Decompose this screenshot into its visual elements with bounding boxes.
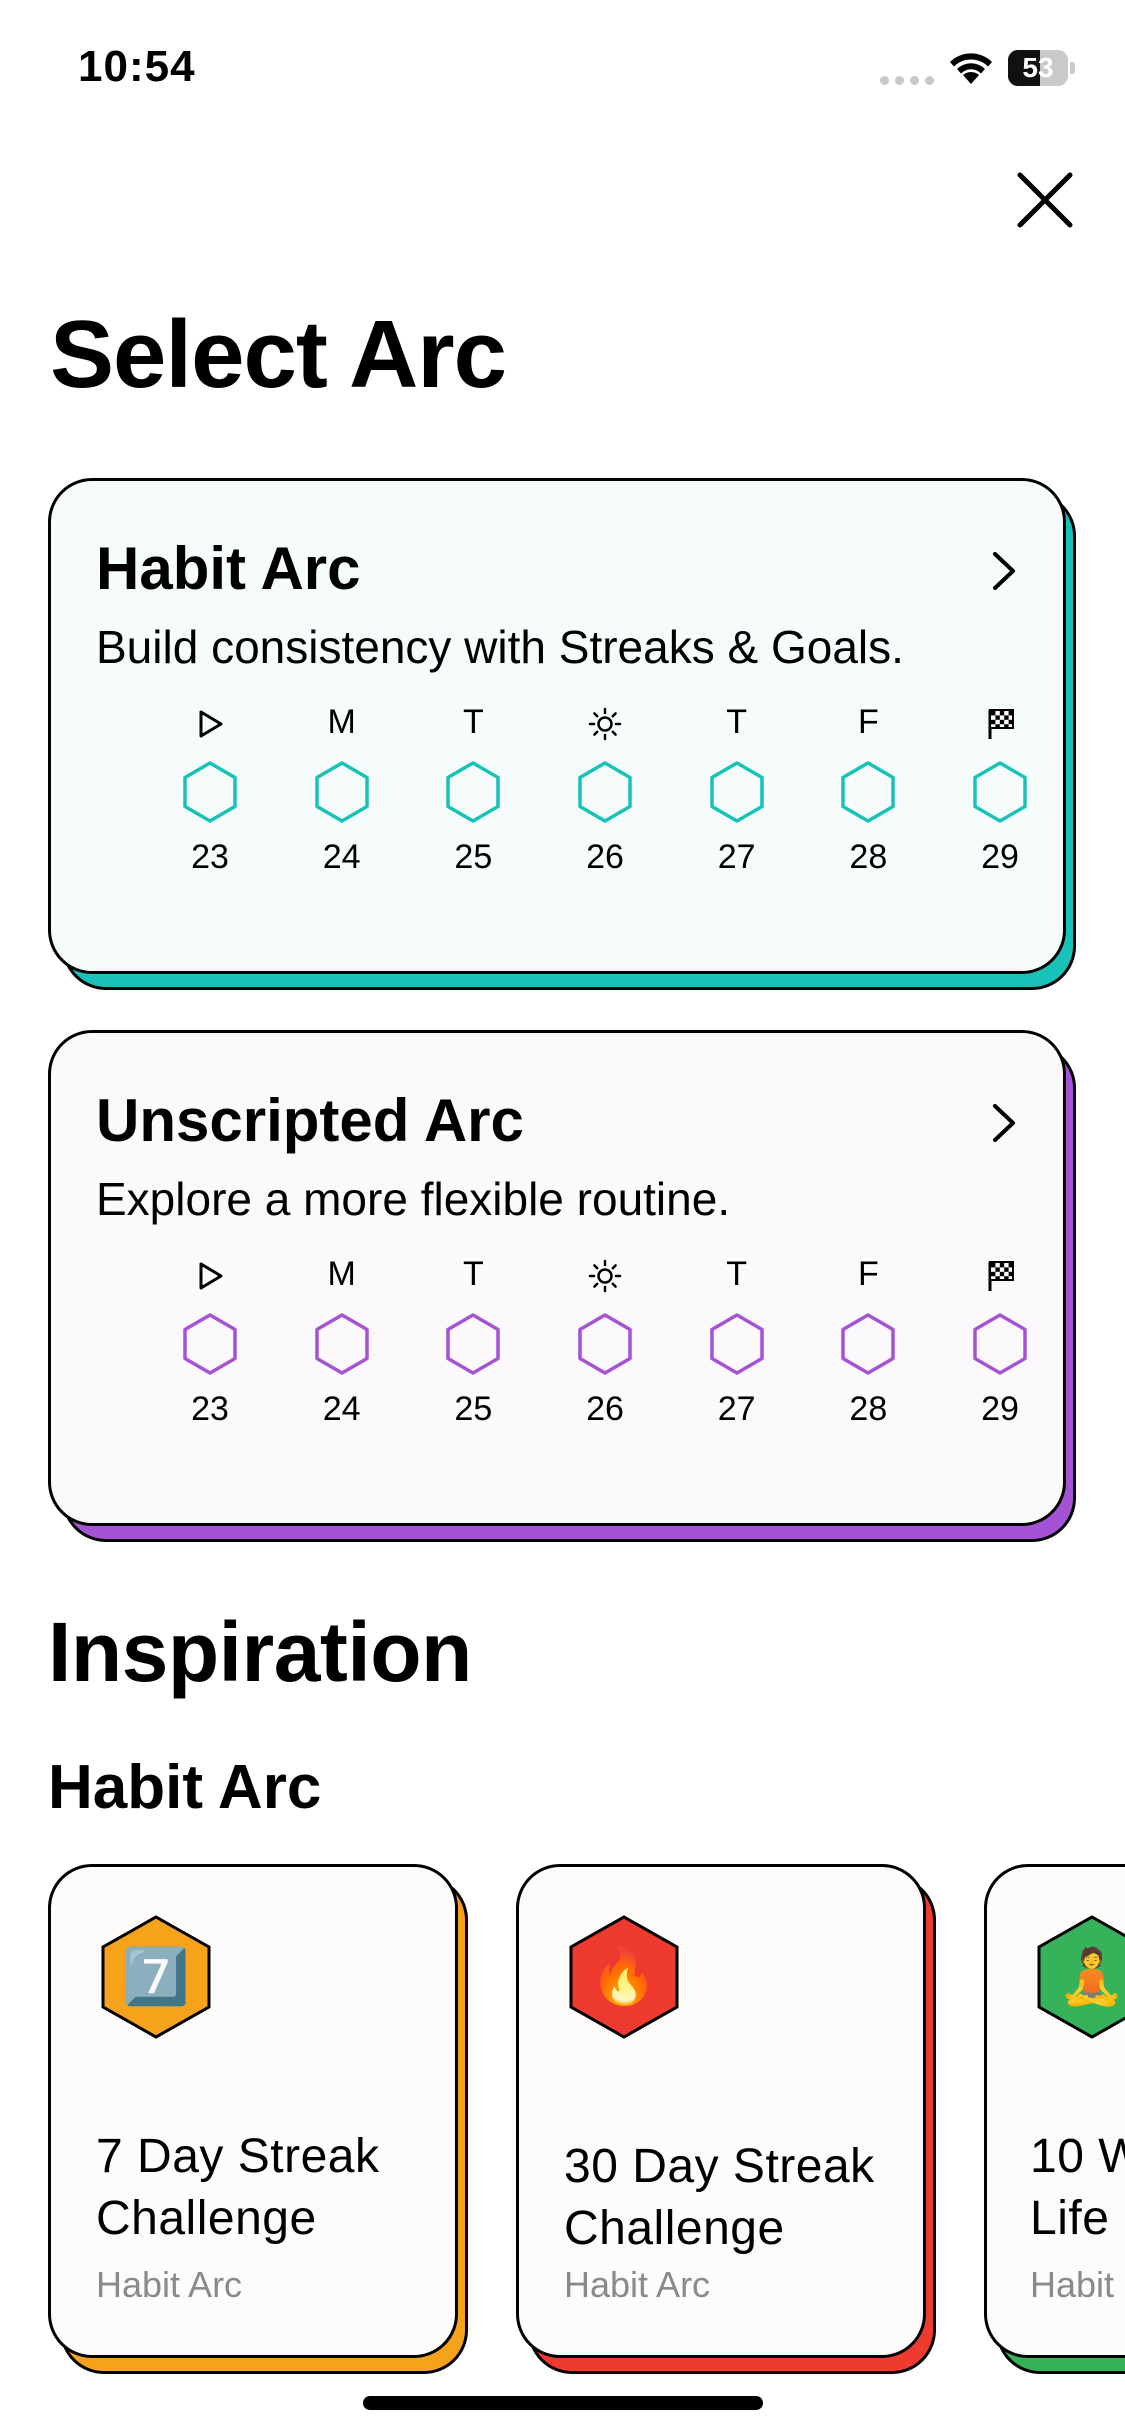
inspiration-card-category: Habit (1030, 2264, 1115, 2305)
day-hexagon (709, 761, 764, 823)
day-hexagon (446, 761, 501, 823)
day-hexagon (578, 1313, 632, 1375)
day-hexagon (446, 1313, 501, 1375)
day-number: 23 (191, 1390, 229, 1428)
day-hexagon (314, 761, 369, 823)
week-row: 23 M 24 T 25 26 T 27 F 28 29 (120, 1252, 1027, 1452)
day-column: T 25 (423, 700, 523, 900)
weekday-label: M (327, 1255, 356, 1293)
title-line: 10 W (1030, 2130, 1125, 2183)
title-line: 7 Day Streak (96, 2130, 380, 2183)
day-column: T 27 (687, 700, 787, 900)
play-icon (160, 700, 260, 744)
day-hexagon (183, 1313, 237, 1375)
title-line: 30 Day Streak (564, 2140, 875, 2193)
day-column: 23 (160, 700, 260, 900)
day-number: 25 (454, 838, 493, 876)
close-button[interactable] (1010, 165, 1080, 235)
status-bar: 10:54 53 (0, 0, 1125, 140)
inspiration-card[interactable]: 🧘 10 W Life Habit (984, 1864, 1125, 2374)
weekday-label: F (857, 1255, 879, 1293)
arc-title: Unscripted Arc (96, 1087, 524, 1154)
day-hexagon (709, 1313, 764, 1375)
day-hexagon (314, 1313, 369, 1375)
day-number: 28 (849, 1390, 888, 1428)
day-column: M 24 (292, 700, 392, 900)
day-number: 24 (322, 1390, 361, 1428)
sun-icon (555, 1252, 655, 1296)
day-hexagon (578, 761, 632, 823)
day-number: 25 (454, 1390, 493, 1428)
day-column: M 24 (292, 1252, 392, 1452)
day-column: T 27 (687, 1252, 787, 1452)
unscripted-arc-card[interactable]: Unscripted Arc Explore a more flexible r… (48, 1030, 1076, 1542)
week-row: 23 M 24 T 25 26 T 27 F 28 29 (120, 700, 1027, 900)
day-number: 23 (191, 838, 229, 876)
day-hexagon (973, 761, 1027, 823)
weekday-label: T (462, 703, 484, 741)
play-icon (160, 1252, 260, 1296)
habit-arc-card[interactable]: Habit Arc Build consistency with Streaks… (48, 478, 1076, 990)
weekday-label: F (857, 703, 879, 741)
flag-icon (950, 700, 1050, 744)
day-number: 26 (586, 838, 624, 876)
day-column: F 28 (818, 700, 918, 900)
home-indicator[interactable] (363, 2396, 763, 2410)
day-hexagon (841, 1313, 896, 1375)
day-number: 27 (717, 1390, 756, 1428)
inspiration-subheading: Habit Arc (48, 1753, 322, 1822)
weekday-label: M (327, 703, 356, 741)
select-arc-screen: 10:54 53 Select Arc Habit Arc Build cons… (0, 0, 1125, 2436)
arc-description: Explore a more flexible routine. (96, 1173, 731, 1225)
day-number: 26 (586, 1390, 624, 1428)
chevron-right-icon (993, 1104, 1015, 1142)
number-seven-icon: 7️⃣ (122, 1947, 190, 2007)
weekday-label: T (726, 703, 748, 741)
title-line: Life (1030, 2192, 1110, 2245)
inspiration-card-title: 30 Day Streak Challenge (564, 2136, 924, 2260)
inspiration-card-category: Habit Arc (564, 2264, 711, 2305)
inspiration-card[interactable]: 7️⃣ 7 Day Streak Challenge Habit Arc (48, 1864, 468, 2374)
day-number: 29 (981, 1390, 1019, 1428)
weekday-label: T (462, 1255, 484, 1293)
wifi-icon (950, 53, 992, 84)
title-line: Challenge (96, 2192, 317, 2245)
day-hexagon (973, 1313, 1027, 1375)
title-line: Challenge (564, 2202, 785, 2255)
inspiration-heading: Inspiration (48, 1605, 472, 1699)
day-column: 23 (160, 1252, 260, 1452)
inspiration-card-title: 7 Day Streak Challenge (96, 2126, 456, 2250)
battery-percent: 53 (1022, 52, 1054, 83)
flag-icon (950, 1252, 1050, 1296)
weekday-label: T (726, 1255, 748, 1293)
day-column: 29 (950, 1252, 1050, 1452)
day-number: 29 (981, 838, 1019, 876)
inspiration-card-category: Habit Arc (96, 2264, 243, 2305)
day-hexagon (841, 761, 896, 823)
status-time: 10:54 (78, 42, 196, 91)
arc-title: Habit Arc (96, 535, 361, 602)
inspiration-card-title: 10 W Life (1030, 2126, 1125, 2250)
battery-icon: 53 (1008, 50, 1075, 86)
day-hexagon (183, 761, 237, 823)
day-column: 26 (555, 700, 655, 900)
cellular-signal-icon (880, 76, 934, 85)
arc-description: Build consistency with Streaks & Goals. (96, 621, 904, 673)
page-title: Select Arc (50, 301, 507, 408)
chevron-right-icon (993, 552, 1015, 590)
meditation-icon: 🧘 (1058, 1947, 1125, 2007)
inspiration-card[interactable]: 🔥 30 Day Streak Challenge Habit Arc (516, 1864, 936, 2374)
day-column: T 25 (423, 1252, 523, 1452)
sun-icon (555, 700, 655, 744)
day-column: F 28 (818, 1252, 918, 1452)
day-number: 24 (322, 838, 361, 876)
fire-icon: 🔥 (590, 1947, 658, 2007)
day-column: 29 (950, 700, 1050, 900)
day-number: 27 (717, 838, 756, 876)
day-column: 26 (555, 1252, 655, 1452)
day-number: 28 (849, 838, 888, 876)
